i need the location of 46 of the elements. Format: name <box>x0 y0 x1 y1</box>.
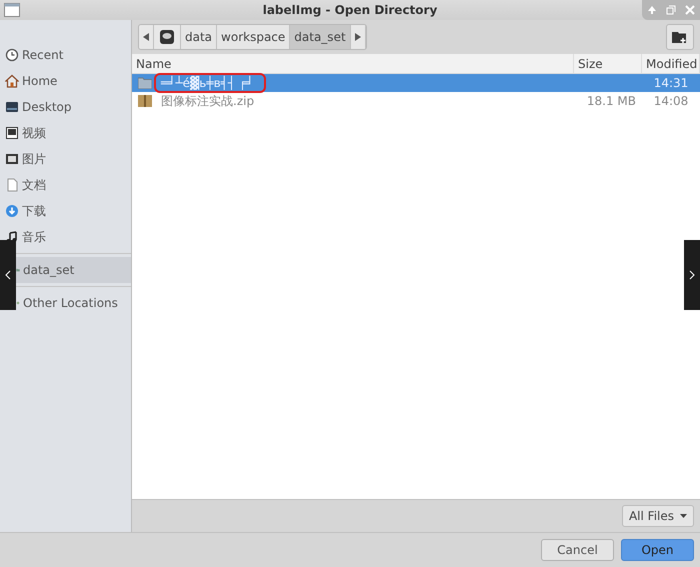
modified-time: 14:08 <box>654 94 688 108</box>
cancel-button[interactable]: Cancel <box>541 539 614 561</box>
file-row[interactable]: ═╛┴é▓ь╪в╡┤ ╒╛ 14:31 <box>132 74 700 92</box>
download-icon <box>5 204 19 218</box>
chevron-left-icon <box>5 270 11 280</box>
file-row[interactable]: 图像标注实战.zip 18.1 MB 14:08 <box>132 92 700 110</box>
sidebar-item[interactable]: Recent <box>0 42 131 68</box>
film-icon <box>5 126 19 140</box>
file-name: 图像标注实战.zip <box>160 92 256 110</box>
open-button[interactable]: Open <box>621 539 694 561</box>
desktop-icon <box>5 100 19 114</box>
column-header[interactable]: Size <box>574 54 642 73</box>
left-arrow-icon[interactable] <box>143 33 149 41</box>
path-button[interactable]: data_set <box>290 25 351 49</box>
sidebar-item[interactable]: Home <box>0 68 131 94</box>
drive-icon[interactable] <box>159 29 175 45</box>
modified-time: 14:31 <box>654 76 688 90</box>
close-icon[interactable] <box>685 5 696 15</box>
sidebar-item[interactable]: 下载 <box>0 198 131 224</box>
sidebar-item[interactable]: data_set <box>16 257 131 283</box>
maximize-icon[interactable] <box>646 5 657 15</box>
new-folder-icon[interactable] <box>672 30 688 44</box>
window-title: labelImg - Open Directory <box>262 3 438 17</box>
document-icon <box>5 178 19 192</box>
filter-dropdown[interactable]: All Files <box>622 505 694 527</box>
archive-icon <box>138 95 152 107</box>
file-size: 18.1 MB <box>586 94 636 108</box>
column-header[interactable]: Modified <box>642 54 700 73</box>
left-nav-button[interactable] <box>0 240 16 310</box>
file-name: ═╛┴é▓ь╪в╡┤ ╒╛ <box>157 76 264 90</box>
sidebar-item[interactable]: 文档 <box>0 172 131 198</box>
sidebar-item[interactable]: 视频 <box>0 120 131 146</box>
chevron-right-icon <box>689 270 695 280</box>
caret-icon <box>680 514 687 518</box>
window-icon <box>4 3 20 17</box>
folder-icon <box>138 77 152 89</box>
right-nav-button[interactable] <box>684 240 700 310</box>
column-header[interactable]: Name <box>132 54 574 73</box>
restore-icon[interactable] <box>666 5 676 15</box>
picture-frame-icon <box>5 152 19 166</box>
clock-icon <box>5 48 19 62</box>
sidebar-item[interactable]: Other Locations <box>16 290 131 316</box>
sidebar-item[interactable]: Desktop <box>0 94 131 120</box>
home-icon <box>5 74 19 88</box>
sidebar-item[interactable]: 图片 <box>0 146 131 172</box>
right-arrow-icon[interactable] <box>354 33 361 41</box>
